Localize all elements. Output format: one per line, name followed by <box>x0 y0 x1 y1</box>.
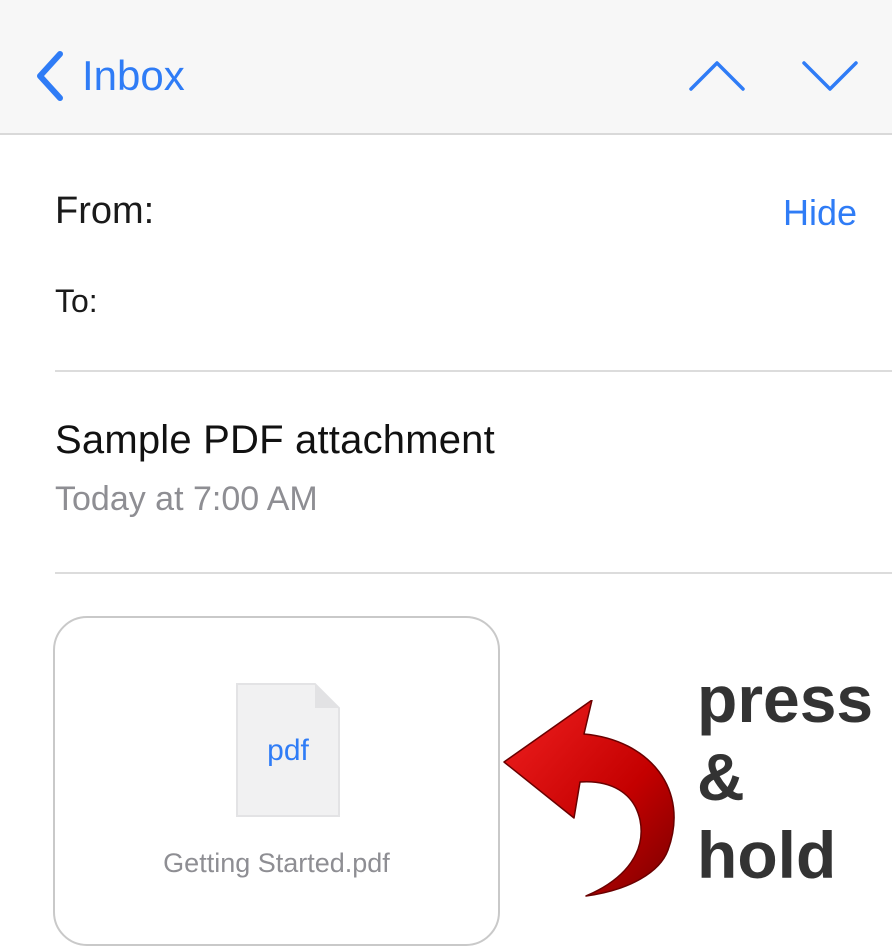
navigation-bar: Inbox <box>0 0 892 135</box>
subject-divider <box>55 572 892 574</box>
attachment-file-name: Getting Started.pdf <box>163 848 390 878</box>
chevron-down-icon <box>802 61 858 91</box>
annotation-line-press: press <box>697 662 874 736</box>
message-subject: Sample PDF attachment <box>55 418 495 462</box>
previous-message-button[interactable] <box>688 55 746 95</box>
curved-arrow-icon <box>500 700 690 900</box>
to-label: To: <box>55 283 98 319</box>
mail-message-screen: Inbox From: Hide To: Sample PDF attachme… <box>0 0 892 947</box>
next-message-button[interactable] <box>801 55 859 95</box>
file-type-label: pdf <box>267 734 309 767</box>
back-button-label: Inbox <box>82 52 185 99</box>
message-date: Today at 7:00 AM <box>55 480 318 518</box>
chevron-left-icon <box>37 51 63 101</box>
press-and-hold-annotation: press & hold <box>697 660 892 894</box>
chevron-up-icon <box>689 61 745 91</box>
from-label: From: <box>55 190 155 232</box>
annotation-line-ampersand: & <box>697 740 745 814</box>
annotation-line-hold: hold <box>697 818 837 892</box>
back-to-inbox-button[interactable]: Inbox <box>30 48 185 104</box>
pdf-attachment-card[interactable]: pdf Getting Started.pdf <box>53 616 500 946</box>
message-header-fields: From: Hide To: <box>55 135 892 370</box>
hide-details-button[interactable]: Hide <box>783 192 857 234</box>
header-divider <box>55 370 892 372</box>
